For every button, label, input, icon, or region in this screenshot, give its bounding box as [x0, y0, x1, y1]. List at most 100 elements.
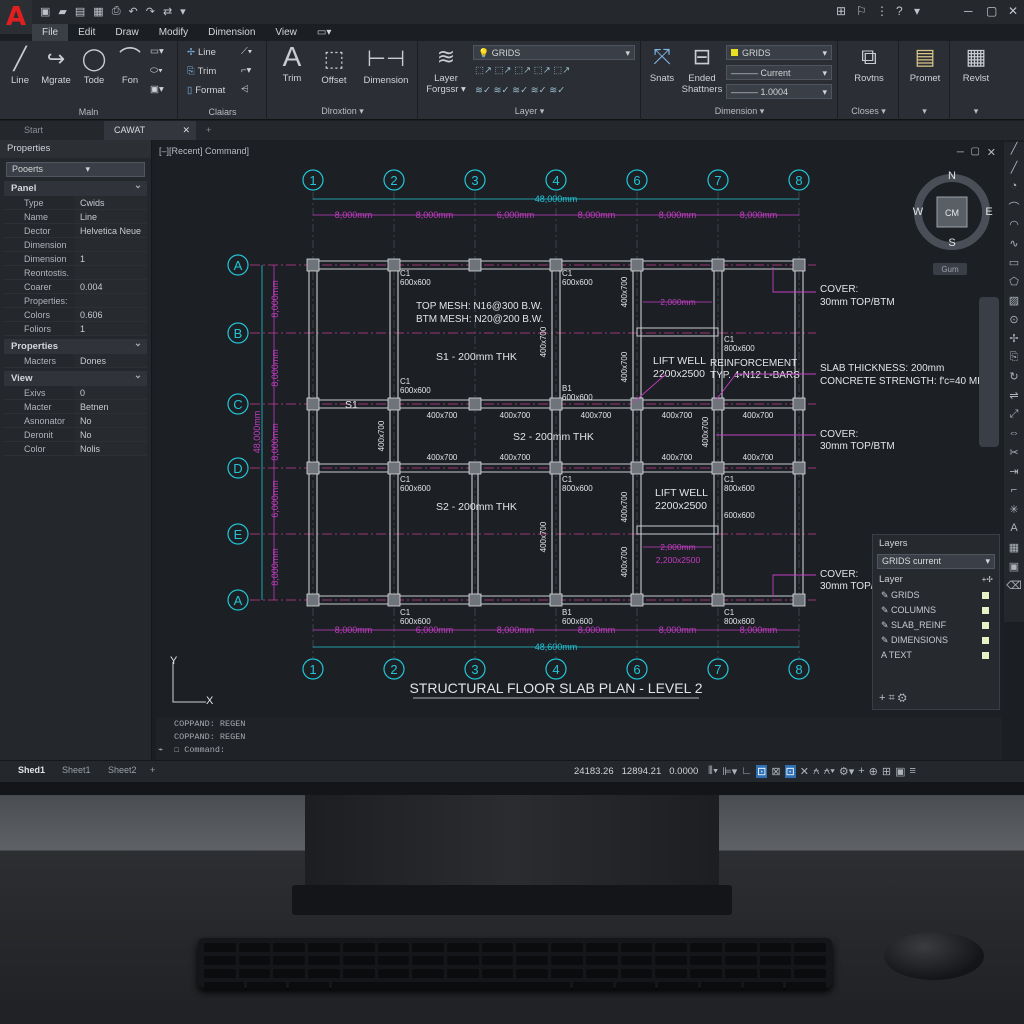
property-row[interactable]: Foliors 1 — [4, 322, 147, 336]
property-value[interactable]: 0.606 — [74, 308, 147, 321]
property-value[interactable]: No — [74, 428, 147, 441]
fon-tool[interactable]: ⌒ Fon — [114, 47, 146, 87]
property-value[interactable]: 1 — [74, 322, 147, 335]
layer-options-icon[interactable]: +✢ — [982, 571, 993, 588]
menu-draw[interactable]: Draw — [105, 24, 148, 41]
fillet-icon[interactable]: ⌐ — [1004, 484, 1024, 503]
layer-settings-icon[interactable]: ⚙ — [898, 692, 907, 704]
line-icon[interactable]: ╱ — [1004, 142, 1024, 161]
new-tab-button[interactable]: + — [196, 121, 221, 140]
trim-small-tool[interactable]: ⎘ Trim — [187, 66, 216, 77]
hatch-icon[interactable]: ▨ — [1004, 294, 1024, 313]
help-dropdown-icon[interactable]: ▾ — [914, 4, 920, 18]
delete-layer-icon[interactable]: ⌗ — [889, 692, 895, 704]
layer-item[interactable]: A TEXT — [873, 648, 999, 663]
open-icon[interactable]: ▰ — [58, 5, 66, 18]
add-icon[interactable]: + — [858, 765, 864, 778]
property-row[interactable]: Exivs 0 — [4, 386, 147, 400]
layer-color-swatch[interactable] — [982, 652, 989, 659]
text-icon[interactable]: A — [1004, 522, 1024, 541]
otrack-icon[interactable]: ⊡ — [784, 765, 796, 778]
polygon-icon[interactable]: ⬠ — [1004, 275, 1024, 294]
property-row[interactable]: Type Cwids — [4, 196, 147, 210]
property-row[interactable]: Deronit No — [4, 428, 147, 442]
layer-color-swatch[interactable] — [982, 622, 989, 629]
object-selector[interactable]: Pooerts ▾ — [6, 162, 145, 177]
polar-icon[interactable]: ⊡ — [756, 765, 768, 778]
snaps-tool[interactable]: ⤧ Snats — [644, 45, 680, 85]
region-icon[interactable]: ▣▾ — [150, 84, 164, 95]
property-value[interactable]: No — [74, 414, 147, 427]
layer-item[interactable]: ✎ GRIDS — [873, 588, 999, 603]
close-icon[interactable]: ✕ — [1008, 4, 1018, 18]
layer-properties-tool[interactable]: ≋ Layer Forgssr ▾ — [421, 45, 471, 96]
tab-drawing[interactable]: CAWAT ✕ — [104, 121, 196, 140]
lineweight-icon[interactable]: ✕ — [800, 765, 809, 778]
stretch-icon[interactable]: ⇔ — [1004, 427, 1024, 446]
line-tool[interactable]: ╱ Line — [4, 47, 36, 87]
property-value[interactable]: Betnen — [74, 400, 147, 413]
menu-modify[interactable]: Modify — [149, 24, 198, 41]
menu-file[interactable]: File — [32, 24, 69, 41]
undo-icon[interactable]: ↶ — [129, 5, 138, 18]
rectangle-icon[interactable]: ▭ — [1004, 256, 1024, 275]
workspace-icon[interactable]: ⚙▾ — [839, 765, 854, 778]
user-icon[interactable]: ⚐ — [856, 4, 867, 18]
layer-color-swatch[interactable] — [982, 607, 989, 614]
property-value[interactable] — [74, 238, 147, 251]
block-icon[interactable]: ▣ — [1004, 560, 1024, 579]
menu-view[interactable]: View — [265, 24, 307, 41]
property-value[interactable]: Cwids — [74, 196, 147, 209]
menu-dimension[interactable]: Dimension — [198, 24, 265, 41]
menu-extra-icon[interactable]: ▭▾ — [307, 24, 341, 41]
qat-dropdown-icon[interactable]: ▾ — [180, 5, 186, 18]
layer-color-swatch[interactable] — [982, 592, 989, 599]
property-row[interactable]: Color Nolis — [4, 442, 147, 456]
revlst-tool[interactable]: ▦ Revlst — [953, 45, 999, 85]
point-icon[interactable]: ⊙ — [1004, 313, 1024, 332]
new-layer-icon[interactable]: + — [879, 692, 885, 704]
layer-dropdown[interactable]: 💡 GRIDS ▾ — [473, 45, 635, 60]
rectangle-icon[interactable]: ▭▾ — [150, 46, 164, 57]
property-row[interactable]: Asnonator No — [4, 414, 147, 428]
property-value[interactable] — [74, 266, 147, 279]
dimension-tool[interactable]: ⊢⊣ Dimension — [358, 47, 414, 87]
maximize-icon[interactable]: ▢ — [986, 4, 997, 18]
customize-icon[interactable]: ≡ — [910, 765, 916, 778]
property-row[interactable]: Properties: — [4, 294, 147, 308]
property-row[interactable]: Dimension — [4, 238, 147, 252]
mirror-icon[interactable]: ⇌ — [1004, 389, 1024, 408]
property-value[interactable] — [74, 294, 147, 307]
clean-screen-icon[interactable]: ▣ — [895, 765, 905, 778]
table-icon[interactable]: ▦ — [1004, 541, 1024, 560]
osnap-icon[interactable]: ⊠ — [771, 765, 780, 778]
erase-icon[interactable]: ⌫ — [1004, 579, 1024, 598]
migrate-tool[interactable]: ↪ Mgrate — [36, 47, 76, 87]
hardware-icon[interactable]: ⊞ — [882, 765, 891, 778]
ortho-icon[interactable]: ∟ — [741, 765, 752, 778]
layer-tools-row-1[interactable]: ⬚↗ ⬚↗ ⬚↗ ⬚↗ ⬚↗ — [475, 65, 570, 76]
tab-layout-2[interactable]: Sheet2 — [108, 765, 137, 775]
tab-start[interactable]: Start — [14, 121, 53, 140]
layer-color-swatch[interactable] — [982, 637, 989, 644]
property-row[interactable]: Dector Helvetica Neue — [4, 224, 147, 238]
app-logo[interactable]: A — [0, 0, 32, 34]
annotation-icon[interactable]: ⍲ — [813, 765, 820, 778]
layer-item[interactable]: ✎ DIMENSIONS — [873, 633, 999, 648]
layer-tools-row-2[interactable]: ≋✓ ≋✓ ≋✓ ≋✓ ≋✓ — [475, 85, 565, 96]
command-input[interactable]: ⌁ ☐ Command: — [156, 744, 1002, 757]
move-icon[interactable]: ✢ — [1004, 332, 1024, 351]
section-header[interactable]: Properties — [4, 336, 147, 354]
extend-icon[interactable]: ⇥ — [1004, 465, 1024, 484]
more-icon[interactable]: ⋮ — [876, 4, 888, 18]
spline-icon[interactable]: ∿ — [1004, 237, 1024, 256]
property-row[interactable]: Colors 0.606 — [4, 308, 147, 322]
new-icon[interactable]: ▣ — [40, 5, 50, 18]
add-layout-button[interactable]: + — [150, 765, 155, 775]
trim-icon[interactable]: ✂ — [1004, 446, 1024, 465]
section-header[interactable]: View — [4, 368, 147, 386]
explode-icon[interactable]: ✳ — [1004, 503, 1024, 522]
scale-icon[interactable]: ⤢ — [1004, 408, 1024, 427]
isolate-icon[interactable]: ⊕ — [869, 765, 878, 778]
tab-layout-1[interactable]: Sheet1 — [62, 765, 91, 775]
